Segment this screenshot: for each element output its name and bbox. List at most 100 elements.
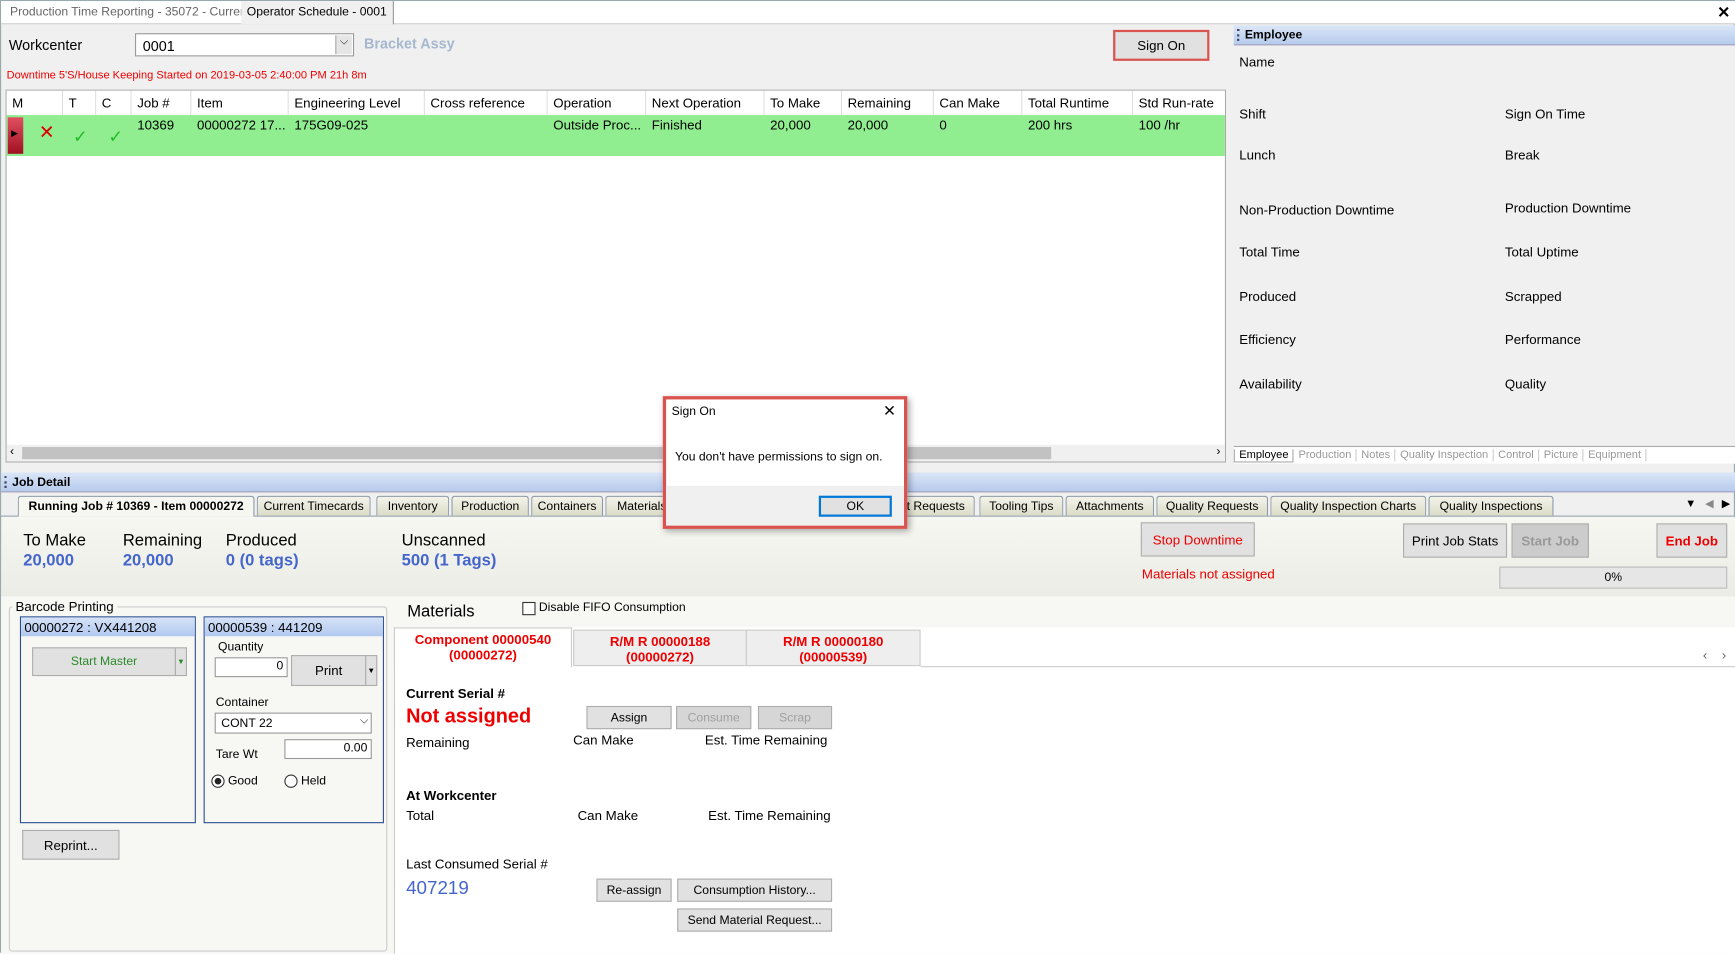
horizontal-scrollbar[interactable]: ‹ › bbox=[6, 444, 1225, 462]
col-job[interactable]: Job # bbox=[131, 90, 192, 116]
at-workcenter-label: At Workcenter bbox=[406, 787, 497, 804]
tab-line-1: R/M R 00000180 bbox=[782, 634, 884, 650]
cell-total-runtime: 200 hrs bbox=[1027, 117, 1073, 133]
col-can-make[interactable]: Can Make bbox=[933, 90, 1023, 116]
start-master-dropdown-icon[interactable]: ▼ bbox=[174, 647, 187, 677]
tab-control[interactable]: Control bbox=[1494, 449, 1540, 462]
tab-scroll-right-icon[interactable]: ▶ bbox=[1722, 498, 1731, 510]
tab-quality-requests[interactable]: Quality Requests bbox=[1156, 495, 1269, 516]
tab-scroll-left-icon[interactable]: ◀ bbox=[1705, 498, 1714, 510]
tab-production[interactable]: Production bbox=[1294, 449, 1357, 462]
consume-button[interactable]: Consume bbox=[676, 705, 752, 730]
col-c[interactable]: C bbox=[96, 90, 132, 116]
col-engineering-level[interactable]: Engineering Level bbox=[288, 90, 425, 116]
availability-label: Availability bbox=[1239, 376, 1302, 392]
table-row[interactable]: ▶ ✕ ✓ ✓ 10369 00000272 17... 175G09-025 … bbox=[6, 115, 1225, 157]
document-tab-strip: Production Time Reporting - 35072 - Curr… bbox=[1, 1, 1735, 25]
scroll-right-icon[interactable]: › bbox=[1216, 445, 1220, 458]
held-label: Held bbox=[300, 774, 327, 788]
scroll-left-icon[interactable]: ‹ bbox=[10, 445, 14, 458]
tab-quality-inspection-charts[interactable]: Quality Inspection Charts bbox=[1270, 495, 1427, 516]
col-total-runtime[interactable]: Total Runtime bbox=[1022, 90, 1134, 116]
print-dropdown-icon[interactable]: ▼ bbox=[365, 655, 378, 687]
col-m[interactable]: M bbox=[6, 90, 64, 116]
print-button[interactable]: Print bbox=[291, 655, 367, 687]
col-cross-reference[interactable]: Cross reference bbox=[424, 90, 548, 116]
tab-quality-inspections[interactable]: Quality Inspections bbox=[1428, 495, 1554, 516]
col-remaining[interactable]: Remaining bbox=[842, 90, 934, 116]
reprint-button[interactable]: Reprint... bbox=[22, 829, 120, 860]
col-to-make[interactable]: To Make bbox=[764, 90, 843, 116]
workcenter-est-time-label: Est. Time Remaining bbox=[708, 807, 831, 824]
tab-production[interactable]: Production bbox=[451, 495, 529, 516]
lunch-label: Lunch bbox=[1239, 147, 1276, 163]
tab-notes[interactable]: Notes bbox=[1357, 449, 1396, 462]
workcenter-combo[interactable]: 0001 ⌵ bbox=[134, 33, 355, 57]
tab-rm-r00000180[interactable]: R/M R 00000180 (00000539) bbox=[745, 629, 921, 667]
scrap-button[interactable]: Scrap bbox=[757, 705, 833, 730]
cell-job: 10369 bbox=[137, 117, 175, 133]
dialog-title: Sign On bbox=[671, 404, 716, 419]
row-selector-icon[interactable]: ▶ bbox=[7, 117, 24, 154]
tab-operator-schedule[interactable]: Operator Schedule - 0001 bbox=[241, 1, 394, 25]
print-job-stats-button[interactable]: Print Job Stats bbox=[1403, 523, 1508, 558]
remaining-value: 20,000 bbox=[122, 551, 174, 570]
end-job-button[interactable]: End Job bbox=[1656, 523, 1728, 558]
ok-button[interactable]: OK bbox=[818, 495, 892, 517]
container-select[interactable]: CONT 22 ⌵ bbox=[214, 712, 372, 734]
dialog-close-icon[interactable]: ✕ bbox=[883, 402, 896, 421]
materials-not-assigned-warning: Materials not assigned bbox=[1141, 566, 1275, 583]
send-material-request-button[interactable]: Send Material Request... bbox=[677, 908, 833, 932]
check-icon: ✓ bbox=[73, 128, 88, 148]
chevron-down-icon[interactable]: ⌵ bbox=[335, 35, 352, 55]
to-make-value: 20,000 bbox=[23, 551, 75, 570]
sign-on-dialog: Sign On ✕ You don't have permissions to … bbox=[662, 396, 908, 529]
tab-production-time-reporting[interactable]: Production Time Reporting - 35072 - Curr… bbox=[10, 6, 250, 19]
name-label: Name bbox=[1239, 54, 1275, 70]
remaining-label: Remaining bbox=[122, 531, 203, 550]
tab-picture[interactable]: Picture bbox=[1539, 449, 1584, 462]
materials-scroll-right-icon[interactable]: › bbox=[1722, 647, 1726, 662]
reassign-button[interactable]: Re-assign bbox=[596, 878, 672, 902]
performance-label: Performance bbox=[1504, 331, 1581, 348]
quantity-label: Quantity bbox=[217, 640, 264, 654]
can-make-label: Can Make bbox=[573, 732, 634, 748]
close-icon[interactable]: ✕ bbox=[1717, 3, 1730, 22]
tare-wt-input[interactable]: 0.00 bbox=[284, 739, 372, 760]
tab-equipment[interactable]: Equipment bbox=[1584, 449, 1647, 462]
consumption-history-button[interactable]: Consumption History... bbox=[677, 878, 833, 902]
barcode-panel-2: 00000539 : 441209 Quantity 0 Print ▼ Con… bbox=[203, 616, 384, 824]
col-std-run-rate[interactable]: Std Run-rate bbox=[1133, 90, 1225, 116]
tab-containers[interactable]: Containers bbox=[531, 495, 604, 516]
col-operation[interactable]: Operation bbox=[547, 90, 647, 116]
tab-list-dropdown-icon[interactable]: ▼ bbox=[1685, 498, 1696, 510]
x-icon: ✕ bbox=[38, 121, 55, 143]
tab-quality-inspection[interactable]: Quality Inspection bbox=[1396, 449, 1494, 462]
operator-schedule-grid: M T C Job # Item Engineering Level Cross… bbox=[5, 89, 1227, 463]
break-label: Break bbox=[1504, 147, 1540, 163]
start-master-button[interactable]: Start Master bbox=[32, 647, 176, 677]
cell-eng-level: 175G09-025 bbox=[294, 117, 369, 133]
materials-area: Materials Disable FIFO Consumption Compo… bbox=[389, 596, 1735, 954]
sign-on-button[interactable]: Sign On bbox=[1113, 29, 1210, 61]
tab-inventory[interactable]: Inventory bbox=[376, 495, 450, 516]
chevron-down-icon[interactable]: ⌵ bbox=[360, 715, 368, 727]
tab-employee[interactable]: Employee bbox=[1233, 448, 1295, 462]
disable-fifo-checkbox[interactable] bbox=[522, 601, 536, 616]
tab-current-timecards[interactable]: Current Timecards bbox=[256, 495, 371, 516]
tab-attachments[interactable]: Attachments bbox=[1065, 495, 1155, 516]
col-next-operation[interactable]: Next Operation bbox=[646, 90, 765, 116]
col-t[interactable]: T bbox=[63, 90, 97, 116]
tab-running-job[interactable]: Running Job # 10369 - Item 00000272 bbox=[17, 495, 255, 517]
assign-button[interactable]: Assign bbox=[586, 705, 672, 730]
start-job-button[interactable]: Start Job bbox=[1511, 523, 1589, 558]
tab-rm-r00000188[interactable]: R/M R 00000188 (00000272) bbox=[573, 629, 747, 667]
col-item[interactable]: Item bbox=[191, 90, 289, 116]
held-radio[interactable] bbox=[284, 774, 298, 788]
stop-downtime-button[interactable]: Stop Downtime bbox=[1140, 522, 1255, 557]
tab-tooling-tips[interactable]: Tooling Tips bbox=[979, 495, 1064, 516]
quantity-input[interactable]: 0 bbox=[214, 657, 288, 678]
materials-scroll-left-icon[interactable]: ‹ bbox=[1703, 647, 1707, 662]
good-radio[interactable] bbox=[211, 774, 225, 788]
tab-component-00000540[interactable]: Component 00000540 (00000272) bbox=[393, 627, 573, 668]
